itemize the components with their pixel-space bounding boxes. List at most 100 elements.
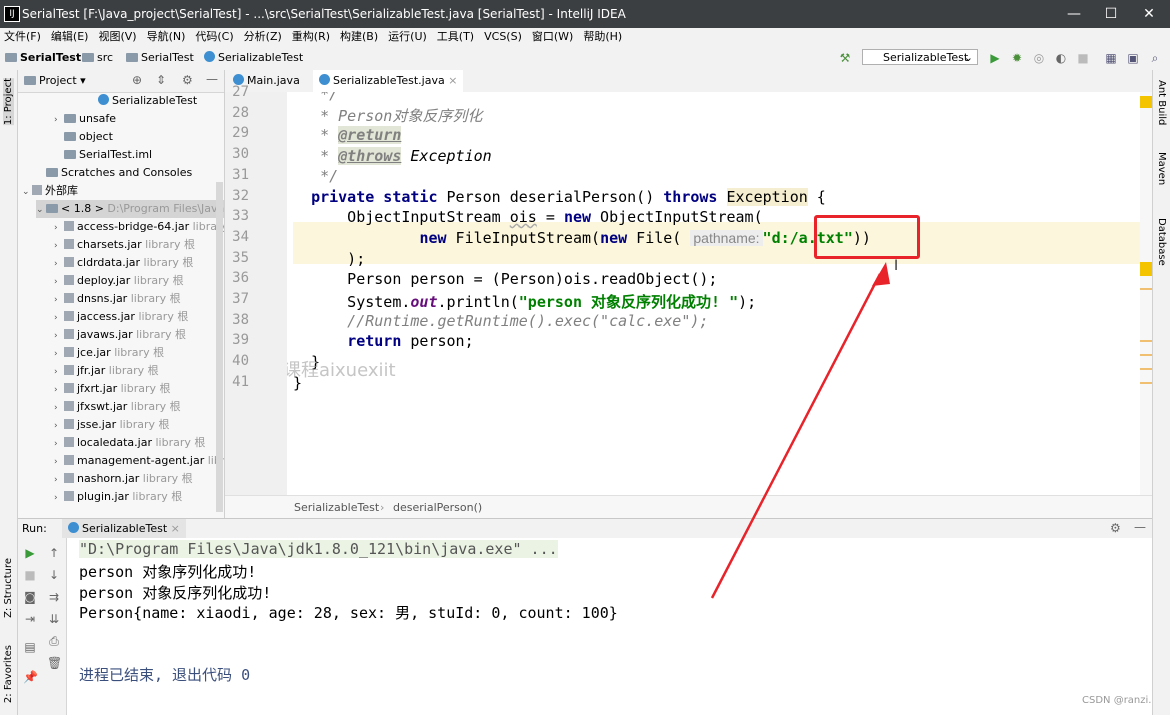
- tree-item[interactable]: ›management-agent.jar libra: [54, 452, 224, 471]
- tree-item[interactable]: › dnsns.jar library 根: [54, 290, 181, 308]
- tree-item[interactable]: › javaws.jar library 根: [54, 326, 186, 344]
- search-everywhere-icon[interactable]: ⌕: [1148, 51, 1162, 65]
- code-editor[interactable]: */ * Person对象反序列化 * @return * @throws Ex…: [287, 92, 1140, 495]
- menu-item[interactable]: 视图(V): [98, 28, 136, 46]
- tab-serializabletest-java[interactable]: SerializableTest.java ×: [313, 70, 464, 94]
- hide-panel-icon[interactable]: —: [1134, 520, 1146, 534]
- menu-item[interactable]: 工具(T): [437, 28, 474, 46]
- crumb-method[interactable]: deserialPerson(): [393, 501, 482, 514]
- tree-item[interactable]: ⌄ 外部库: [22, 182, 78, 200]
- menu-item[interactable]: 构建(B): [340, 28, 378, 46]
- maximize-button[interactable]: ☐: [1093, 4, 1129, 24]
- tree-item[interactable]: › jce.jar library 根: [54, 344, 164, 362]
- tree-item[interactable]: › jfxswt.jar library 根: [54, 398, 181, 416]
- run-configuration-select[interactable]: SerializableTest ⌄: [862, 49, 978, 65]
- tool-tab-ant-build[interactable]: Ant Build: [1156, 80, 1167, 125]
- tree-item[interactable]: › localedata.jar library 根: [54, 434, 205, 452]
- minimize-button[interactable]: —: [1056, 4, 1092, 24]
- collapse-icon[interactable]: ⇕: [156, 73, 166, 87]
- close-tab-icon[interactable]: ×: [171, 522, 180, 535]
- scroll-end-icon[interactable]: ⇊: [47, 612, 61, 626]
- build-hammer-icon[interactable]: ⚒: [838, 51, 852, 65]
- tool-tab-project[interactable]: 1: Project: [3, 78, 14, 126]
- menu-item[interactable]: 帮助(H): [583, 28, 622, 46]
- stop-icon[interactable]: ■: [23, 568, 37, 582]
- scroll-up-icon[interactable]: ↑: [47, 546, 61, 560]
- menu-item[interactable]: 编辑(E): [51, 28, 89, 46]
- tree-item[interactable]: object: [54, 128, 113, 146]
- console-output[interactable]: "D:\Program Files\Java\jdk1.8.0_121\bin\…: [67, 538, 1152, 715]
- breadcrumb-src[interactable]: src: [82, 51, 113, 64]
- stop-icon[interactable]: ■: [1076, 51, 1090, 65]
- tree-item[interactable]: › unsafe: [54, 110, 116, 128]
- tree-item[interactable]: › jsse.jar library 根: [54, 416, 170, 434]
- hide-panel-icon[interactable]: —: [206, 72, 218, 86]
- tree-item[interactable]: › jfr.jar library 根: [54, 362, 159, 380]
- menu-item[interactable]: 代码(C): [195, 28, 233, 46]
- breadcrumb-class[interactable]: SerializableTest: [204, 51, 303, 64]
- chevron-right-icon[interactable]: ›: [54, 327, 64, 345]
- tree-item[interactable]: ⌄ < 1.8 > D:\Program Files\Java\: [36, 200, 224, 219]
- menu-item[interactable]: 窗口(W): [532, 28, 573, 46]
- tree-item[interactable]: › jaccess.jar library 根: [54, 308, 188, 326]
- pin-icon[interactable]: 📌: [23, 670, 38, 684]
- close-window-button[interactable]: ✕: [1131, 4, 1167, 24]
- chevron-right-icon[interactable]: ›: [54, 273, 64, 291]
- tree-item[interactable]: SerialTest.iml: [54, 146, 152, 164]
- chevron-right-icon[interactable]: ›: [54, 489, 64, 507]
- tool-tab-structure[interactable]: Z: Structure: [3, 558, 14, 618]
- chevron-right-icon[interactable]: ›: [54, 111, 64, 129]
- soft-wrap-icon[interactable]: ⇉: [47, 590, 61, 604]
- exit-icon[interactable]: ⇥: [23, 612, 37, 626]
- chevron-right-icon[interactable]: ›: [54, 381, 64, 399]
- scroll-down-icon[interactable]: ↓: [47, 568, 61, 582]
- chevron-right-icon[interactable]: ›: [54, 417, 64, 435]
- run-icon[interactable]: ▶: [988, 51, 1002, 65]
- menu-item[interactable]: 文件(F): [4, 28, 41, 46]
- breadcrumb-project[interactable]: SerialTest: [5, 51, 81, 64]
- close-tab-icon[interactable]: ×: [448, 74, 457, 87]
- crumb-class[interactable]: SerializableTest: [294, 501, 379, 514]
- tree-item[interactable]: › deploy.jar library 根: [54, 272, 184, 290]
- profile-icon[interactable]: ◐: [1054, 51, 1068, 65]
- tool-tab-maven[interactable]: Maven: [1156, 152, 1167, 185]
- tool-tab-favorites[interactable]: 2: Favorites: [3, 645, 14, 703]
- tree-item[interactable]: › access-bridge-64.jar library: [54, 218, 224, 237]
- chevron-down-icon[interactable]: ⌄: [22, 183, 32, 201]
- breadcrumb-package[interactable]: SerialTest: [126, 51, 194, 64]
- chevron-right-icon[interactable]: ›: [54, 219, 64, 237]
- tree-item[interactable]: Scratches and Consoles: [36, 164, 192, 182]
- tool-tab-database[interactable]: Database: [1156, 218, 1167, 266]
- chevron-right-icon[interactable]: ›: [54, 435, 64, 453]
- gear-icon[interactable]: ⚙: [182, 73, 193, 87]
- tree-item[interactable]: › plugin.jar library 根: [54, 488, 182, 506]
- tree-item[interactable]: › jfxrt.jar library 根: [54, 380, 170, 398]
- coverage-icon[interactable]: ◎: [1032, 51, 1046, 65]
- gear-icon[interactable]: ⚙: [1110, 521, 1121, 535]
- menu-item[interactable]: 分析(Z): [244, 28, 282, 46]
- tree-item[interactable]: › nashorn.jar library 根: [54, 470, 193, 488]
- project-structure-icon[interactable]: ▦: [1104, 51, 1118, 65]
- menu-item[interactable]: VCS(S): [484, 28, 522, 46]
- layout-icon[interactable]: ▣: [1126, 51, 1140, 65]
- chevron-right-icon[interactable]: ›: [54, 255, 64, 273]
- tree-item[interactable]: › cldrdata.jar library 根: [54, 254, 193, 272]
- project-view-select[interactable]: Project ▾: [24, 74, 86, 87]
- run-tab[interactable]: SerializableTest ×: [62, 519, 186, 539]
- tree-item[interactable]: › charsets.jar library 根: [54, 236, 195, 254]
- menu-item[interactable]: 导航(N): [147, 28, 186, 46]
- camera-icon[interactable]: ◙: [23, 590, 37, 604]
- layout-icon[interactable]: ▤: [23, 640, 37, 654]
- locate-icon[interactable]: ⊕: [132, 73, 142, 87]
- print-icon[interactable]: ⎙: [47, 634, 61, 648]
- chevron-down-icon[interactable]: ⌄: [36, 201, 46, 219]
- debug-icon[interactable]: ✹: [1010, 51, 1024, 65]
- chevron-right-icon[interactable]: ›: [54, 453, 64, 471]
- chevron-right-icon[interactable]: ›: [54, 399, 64, 417]
- trash-icon[interactable]: 🗑: [47, 656, 62, 670]
- chevron-right-icon[interactable]: ›: [54, 363, 64, 381]
- rerun-icon[interactable]: ▶: [23, 546, 37, 560]
- project-scrollbar[interactable]: [216, 182, 223, 512]
- chevron-right-icon[interactable]: ›: [54, 471, 64, 489]
- menu-item[interactable]: 运行(U): [388, 28, 427, 46]
